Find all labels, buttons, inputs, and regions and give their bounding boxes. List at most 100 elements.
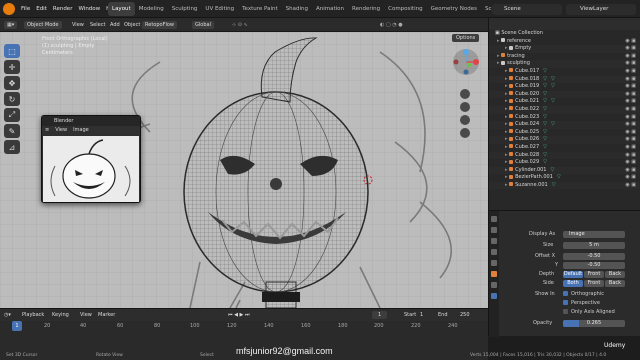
menu-edit[interactable]: Edit [33, 0, 50, 18]
outliner-item[interactable]: ▸ Cube.026 ▽ ◉ ▣ [489, 136, 640, 144]
visibility-toggle-icon[interactable]: ◉ ▣ [625, 45, 636, 53]
outliner-item[interactable]: ▸ Cube.017 ▽ ◉ ▣ [489, 68, 640, 76]
object-tab-icon[interactable] [491, 271, 497, 277]
playhead[interactable]: 1 [12, 321, 22, 331]
cursor-tool[interactable]: ✛ [4, 60, 20, 74]
menu-render[interactable]: Render [50, 0, 76, 18]
outliner-item[interactable]: ▸ reference ◉ ▣ [489, 38, 640, 46]
menu-window[interactable]: Window [75, 0, 103, 18]
menu-view[interactable]: View [72, 21, 84, 29]
measure-tool[interactable]: ⊿ [4, 140, 20, 154]
output-tab-icon[interactable] [491, 238, 497, 244]
perspective-checkbox[interactable]: Perspective [563, 300, 600, 307]
visibility-toggle-icon[interactable]: ◉ ▣ [625, 68, 636, 76]
menu-object[interactable]: Object [124, 21, 140, 29]
outliner-item[interactable]: ▸ Cube.029 ▽ ◉ ▣ [489, 159, 640, 167]
tab-modeling[interactable]: Modeling [135, 2, 168, 16]
visibility-toggle-icon[interactable]: ◉ ▣ [625, 174, 636, 182]
offset-x-field[interactable]: -0.50 [563, 253, 625, 260]
outliner-item[interactable]: ▸ Suzanne.001 ▽ ◉ ▣ [489, 181, 640, 190]
visibility-toggle-icon[interactable]: ◉ ▣ [625, 121, 636, 129]
side-back-button[interactable]: Back [605, 280, 625, 287]
current-frame-field[interactable]: 1 [372, 311, 388, 319]
outliner-item[interactable]: ▸ Cylinder.001 ▽ ◉ ▣ [489, 166, 640, 175]
visibility-toggle-icon[interactable]: ◉ ▣ [625, 152, 636, 160]
display-as-dropdown[interactable]: Image [563, 231, 625, 238]
depth-front-button[interactable]: Front [584, 271, 604, 278]
scene-tab-icon[interactable] [491, 249, 497, 255]
frame-ruler[interactable]: 1 20 40 60 80 100 120 140 160 180 200 22… [0, 323, 488, 333]
outliner-item[interactable]: ▸ Cube.023 ▽ ◉ ▣ [489, 114, 640, 122]
tool-tab-icon[interactable] [491, 216, 497, 222]
visibility-toggle-icon[interactable]: ◉ ▣ [625, 83, 636, 91]
side-front-button[interactable]: Front [584, 280, 604, 287]
scale-tool[interactable]: ⤢ [4, 108, 20, 122]
end-frame-field[interactable]: 250 [460, 311, 470, 319]
visibility-toggle-icon[interactable]: ◉ ▣ [625, 182, 636, 190]
scene-selector[interactable]: Scene [492, 4, 562, 15]
visibility-toggle-icon[interactable]: ◉ ▣ [625, 167, 636, 175]
visibility-toggle-icon[interactable]: ◉ ▣ [625, 76, 636, 84]
select-box-tool[interactable]: ⬚ [4, 44, 20, 58]
playback-menu[interactable]: Playback [22, 311, 44, 319]
offset-y-field[interactable]: -0.50 [563, 262, 625, 269]
tab-compositing[interactable]: Compositing [384, 2, 426, 16]
scene-collection-row[interactable]: ▣ Scene Collection [489, 30, 640, 38]
options-button[interactable]: Options [452, 34, 480, 42]
world-tab-icon[interactable] [491, 260, 497, 266]
render-image-menu[interactable]: Image [73, 126, 89, 135]
outliner-item[interactable]: ▸ Cube.019 ▽ ▽ ◉ ▣ [489, 83, 640, 91]
outliner-item[interactable]: ▸ sculpting ◉ ▣ [489, 60, 640, 68]
orthographic-checkbox[interactable]: Orthographic [563, 291, 604, 298]
outliner-item[interactable]: ▸ Cube.022 ▽ ◉ ▣ [489, 105, 640, 114]
tab-animation[interactable]: Animation [312, 2, 348, 16]
visibility-toggle-icon[interactable]: ◉ ▣ [625, 53, 636, 61]
side-both-button[interactable]: Both [563, 280, 583, 287]
outliner-item[interactable]: ▸ Cube.021 ▽ ▽ ◉ ▣ [489, 98, 640, 106]
start-frame-field[interactable]: 1 [420, 311, 423, 319]
menu-add[interactable]: Add [110, 21, 120, 29]
orientation-dropdown[interactable]: Global [192, 21, 214, 29]
render-menu-icon[interactable]: ≡ [45, 126, 49, 135]
visibility-toggle-icon[interactable]: ◉ ▣ [625, 159, 636, 167]
timeline-editor-icon[interactable]: ◷▾ [4, 311, 11, 319]
outliner-item[interactable]: ▸ Cube.025 ▽ ◉ ▣ [489, 129, 640, 137]
visibility-toggle-icon[interactable]: ◉ ▣ [625, 98, 636, 106]
outliner-item[interactable]: ▸ Empty ◉ ▣ [489, 45, 640, 53]
render-window[interactable]: Blender ≡ View Image [41, 115, 141, 203]
marker-menu[interactable]: Marker [98, 311, 115, 319]
outliner-item[interactable]: ▸ Cube.018 ▽ ▽ ◉ ▣ [489, 75, 640, 84]
menu-file[interactable]: File [18, 0, 33, 18]
retopoflow-dropdown[interactable]: RetopoFlow [142, 21, 177, 29]
view-menu[interactable]: View [80, 311, 92, 319]
tab-shading[interactable]: Shading [282, 2, 312, 16]
visibility-toggle-icon[interactable]: ◉ ▣ [625, 91, 636, 99]
depth-back-button[interactable]: Back [605, 271, 625, 278]
render-view-menu[interactable]: View [55, 126, 67, 135]
tab-uv-editing[interactable]: UV Editing [201, 2, 238, 16]
visibility-toggle-icon[interactable]: ◉ ▣ [625, 114, 636, 122]
visibility-toggle-icon[interactable]: ◉ ▣ [625, 129, 636, 137]
menu-select[interactable]: Select [90, 21, 105, 29]
visibility-toggle-icon[interactable]: ◉ ▣ [625, 144, 636, 152]
visibility-toggle-icon[interactable]: ◉ ▣ [625, 38, 636, 46]
tab-rendering[interactable]: Rendering [348, 2, 384, 16]
outliner-item[interactable]: ▸ tracing ◉ ▣ [489, 53, 640, 61]
tab-layout[interactable]: Layout [108, 2, 135, 16]
outliner-item[interactable]: ▸ Cube.028 ▽ ◉ ▣ [489, 151, 640, 160]
outliner-item[interactable]: ▸ BezierPath.001 ▽ ◉ ▣ [489, 174, 640, 182]
tab-texture-paint[interactable]: Texture Paint [238, 2, 282, 16]
visibility-toggle-icon[interactable]: ◉ ▣ [625, 106, 636, 114]
visibility-toggle-icon[interactable]: ◉ ▣ [625, 60, 636, 68]
keying-menu[interactable]: Keying [52, 311, 69, 319]
axis-aligned-checkbox[interactable]: Only Axis Aligned [563, 309, 615, 316]
snap-icons[interactable]: ⊹ ⊙ ∿ [232, 21, 248, 29]
tab-geometry-nodes[interactable]: Geometry Nodes [427, 2, 481, 16]
rotate-tool[interactable]: ↻ [4, 92, 20, 106]
editor-type-dropdown[interactable]: ▦▾ [4, 21, 18, 29]
opacity-slider[interactable]: 0.265 [563, 320, 625, 327]
view-layer-selector[interactable]: ViewLayer [566, 4, 636, 15]
annotate-tool[interactable]: ✎ [4, 124, 20, 138]
mode-dropdown[interactable]: Object Mode [24, 21, 62, 29]
data-tab-icon[interactable] [491, 293, 497, 299]
